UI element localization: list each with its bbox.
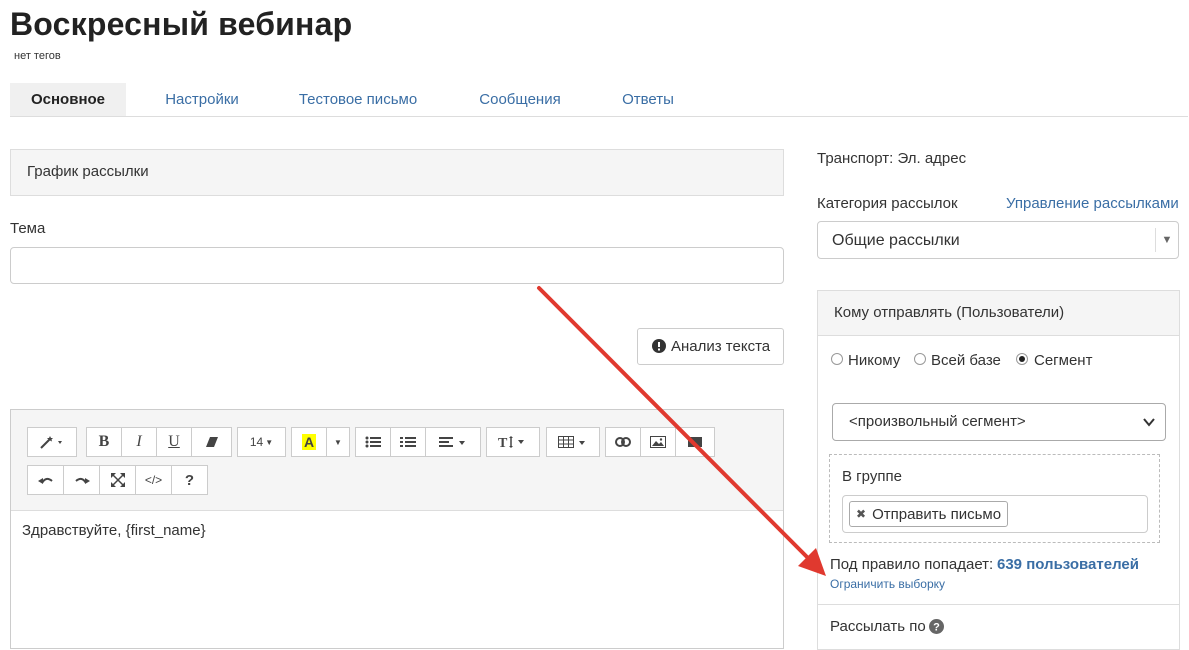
group-chip: ✖ Отправить письмо xyxy=(849,501,1009,527)
svg-text:?: ? xyxy=(933,622,940,634)
subject-input[interactable] xyxy=(10,247,784,284)
analyze-text-label: Анализ текста xyxy=(671,338,771,355)
limit-selection-link[interactable]: Ограничить выборку xyxy=(830,577,945,591)
magic-wand-icon xyxy=(40,436,62,449)
manage-mailings-link[interactable]: Управление рассылками xyxy=(1006,195,1179,212)
italic-button[interactable]: I xyxy=(121,427,157,457)
group-chip-label: Отправить письмо xyxy=(872,505,1002,523)
radio-segment-label[interactable]: Сегмент xyxy=(1034,352,1092,369)
image-button[interactable] xyxy=(640,427,676,457)
analyze-text-button[interactable]: Анализ текста xyxy=(637,328,784,365)
recipients-panel: Кому отправлять (Пользователи) Никому Вс… xyxy=(817,290,1180,650)
caret-down-icon: ▼ xyxy=(1155,228,1178,252)
question-circle-icon[interactable]: ? xyxy=(929,619,944,634)
highlight-icon: A xyxy=(301,434,317,450)
tab-messages[interactable]: Сообщения xyxy=(468,83,572,116)
bold-button[interactable]: B xyxy=(86,427,122,457)
eraser-icon xyxy=(205,437,218,447)
video-button[interactable] xyxy=(675,427,715,457)
recipients-panel-header: Кому отправлять (Пользователи) xyxy=(818,291,1179,336)
tab-main[interactable]: Основное xyxy=(10,83,126,116)
category-select-value: Общие рассылки xyxy=(832,232,960,249)
rule-count-link[interactable]: 639 пользователей xyxy=(997,556,1139,573)
tab-test-letter[interactable]: Тестовое письмо xyxy=(288,83,428,116)
highlight-dropdown-button[interactable]: ▼ xyxy=(326,427,350,457)
bullet-list-icon xyxy=(365,436,381,448)
group-label: В группе xyxy=(842,468,902,485)
text-height-button[interactable]: T xyxy=(486,427,540,457)
redo-icon xyxy=(74,477,90,484)
tab-bar: Основное Настройки Тестовое письмо Сообщ… xyxy=(10,83,1188,117)
radio-whole-base-label[interactable]: Всей базе xyxy=(931,352,1001,369)
svg-text:T: T xyxy=(498,436,508,449)
fullscreen-button[interactable] xyxy=(99,465,136,495)
table-icon xyxy=(558,436,585,448)
editor-content[interactable]: Здравствуйте, {first_name} xyxy=(22,522,206,539)
email-editor: B I U 14 ▼ A ▼ T </> ? Здравствуйте, {fi… xyxy=(10,409,784,649)
undo-button[interactable] xyxy=(27,465,64,495)
code-view-button[interactable]: </> xyxy=(135,465,172,495)
eraser-button[interactable] xyxy=(191,427,232,457)
exclamation-circle-icon xyxy=(652,339,666,353)
radio-whole-base[interactable] xyxy=(914,353,926,365)
recipients-title: Кому отправлять (Пользователи) xyxy=(834,304,1065,321)
segment-select[interactable]: <произвольный сегмент> xyxy=(832,403,1166,441)
fullscreen-icon xyxy=(110,473,125,487)
group-input[interactable]: ✖ Отправить письмо xyxy=(842,495,1148,533)
font-size-select[interactable]: 14 ▼ xyxy=(237,427,286,457)
text-height-icon: T xyxy=(498,436,524,449)
highlight-button[interactable]: A xyxy=(291,427,327,457)
rule-text: Под правило попадает: xyxy=(830,556,994,573)
radio-nobody[interactable] xyxy=(831,353,843,365)
caret-down-icon: ▼ xyxy=(334,437,342,447)
numbered-list-icon xyxy=(400,437,416,447)
chevron-down-icon xyxy=(1143,418,1155,427)
schedule-panel-header[interactable]: График рассылки xyxy=(10,149,784,196)
table-button[interactable] xyxy=(546,427,600,457)
divider xyxy=(818,604,1179,605)
remove-chip-icon[interactable]: ✖ xyxy=(856,507,866,521)
segment-select-value: <произвольный сегмент> xyxy=(849,413,1026,430)
bullet-list-button[interactable] xyxy=(355,427,391,457)
tags-label: нет тегов xyxy=(14,50,61,62)
link-button[interactable] xyxy=(605,427,641,457)
numbered-list-button[interactable] xyxy=(390,427,426,457)
tab-settings[interactable]: Настройки xyxy=(152,83,252,116)
align-button[interactable] xyxy=(425,427,481,457)
transport-label: Транспорт: Эл. адрес xyxy=(817,150,967,167)
undo-icon xyxy=(37,477,53,484)
category-select[interactable]: Общие рассылки ▼ xyxy=(817,221,1179,259)
image-icon xyxy=(650,436,666,448)
align-icon xyxy=(439,437,465,447)
schedule-label: График рассылки xyxy=(27,163,149,180)
underline-button[interactable]: U xyxy=(156,427,192,457)
radio-segment[interactable] xyxy=(1016,353,1028,365)
video-icon xyxy=(688,437,702,447)
redo-button[interactable] xyxy=(63,465,100,495)
category-label: Категория рассылок xyxy=(817,195,958,212)
caret-down-icon: ▼ xyxy=(265,437,274,447)
help-button[interactable]: ? xyxy=(171,465,208,495)
editor-toolbar: B I U 14 ▼ A ▼ T </> ? xyxy=(11,410,783,511)
group-condition-box: В группе ✖ Отправить письмо xyxy=(829,454,1160,543)
link-icon xyxy=(615,437,631,447)
magic-wand-button[interactable] xyxy=(27,427,77,457)
tab-answers[interactable]: Ответы xyxy=(614,83,682,116)
send-by-label: Рассылать по xyxy=(830,618,926,635)
page-title: Воскресный вебинар xyxy=(10,6,353,42)
font-size-value: 14 xyxy=(249,435,264,449)
subject-label: Тема xyxy=(10,220,46,237)
radio-nobody-label[interactable]: Никому xyxy=(848,352,900,369)
